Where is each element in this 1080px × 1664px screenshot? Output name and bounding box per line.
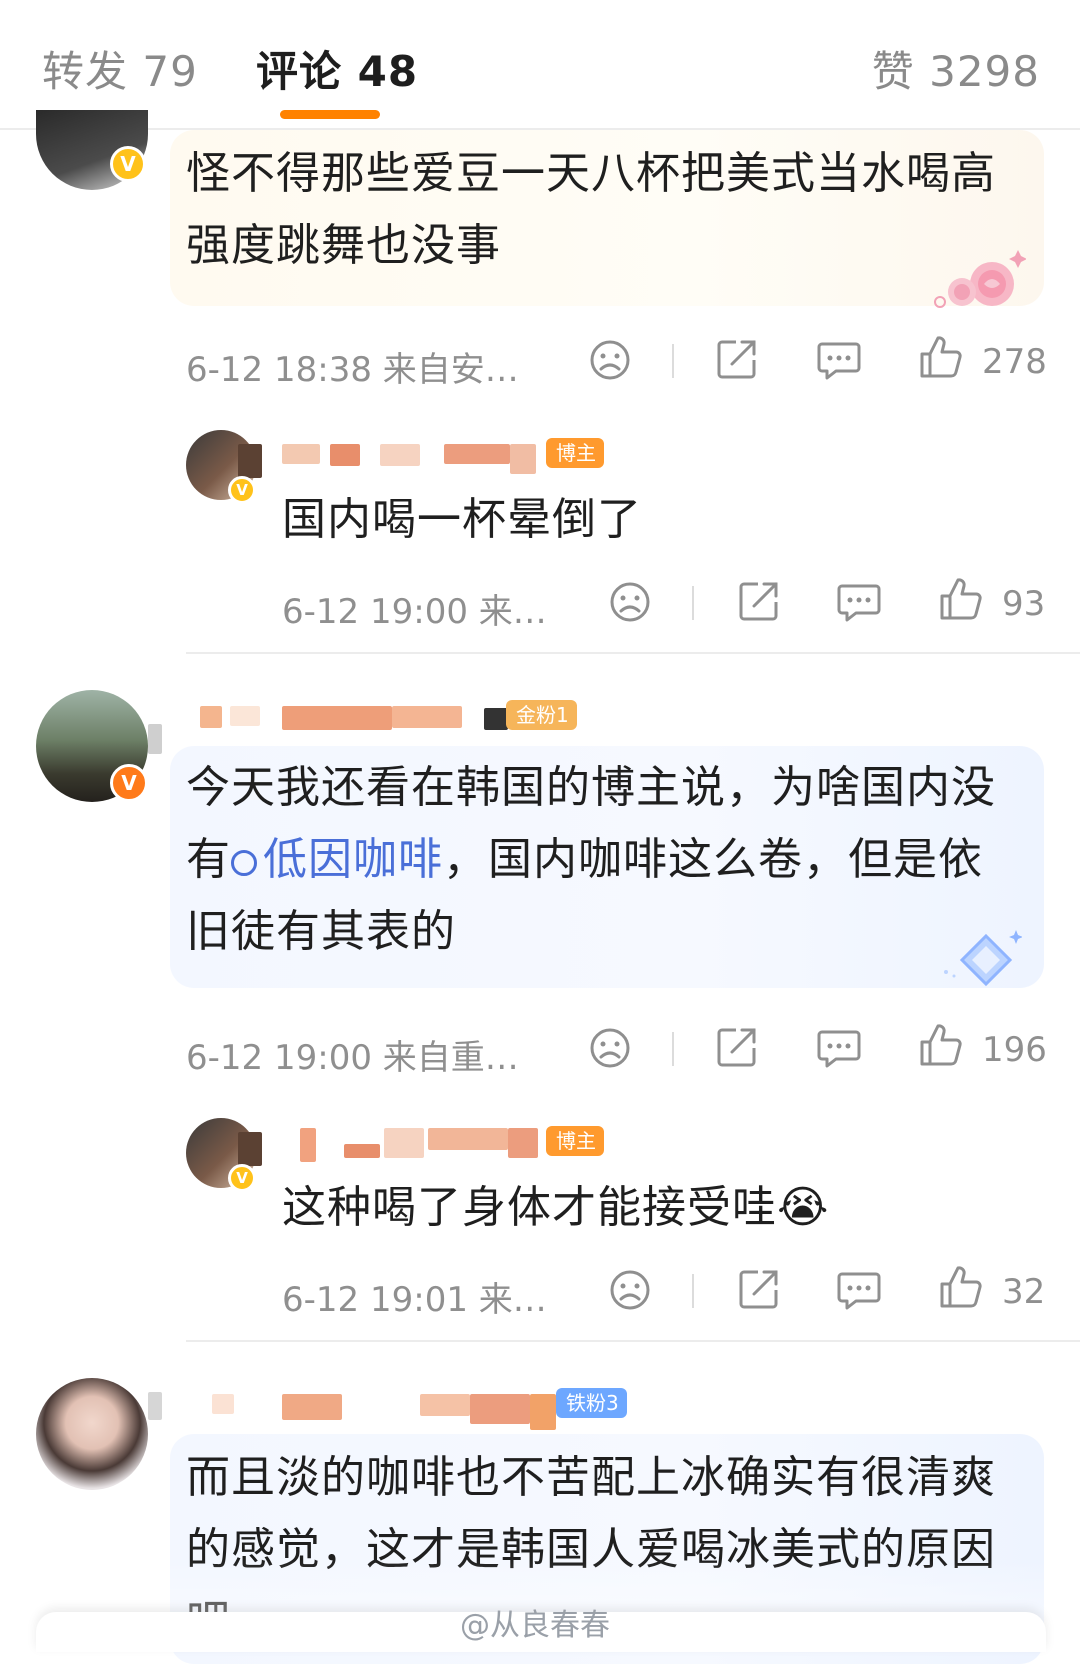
like-count: 93: [1002, 584, 1046, 624]
comment-icon[interactable]: [816, 338, 862, 382]
mosaic-block: [148, 724, 162, 754]
verified-badge-icon: V: [110, 146, 146, 182]
tab-active-indicator: [280, 110, 380, 119]
avatar[interactable]: [36, 1378, 148, 1490]
divider: [186, 1340, 1080, 1342]
divider: [692, 586, 694, 620]
share-icon[interactable]: [714, 1024, 760, 1070]
comment-meta: 6-12 19:00 来自重…: [186, 1038, 519, 1078]
reply-meta: 6-12 19:00 来…: [282, 592, 547, 632]
divider: [692, 1274, 694, 1308]
like-count: 196: [982, 1030, 1047, 1070]
thumbs-up-icon[interactable]: [918, 1022, 964, 1068]
sad-face-icon[interactable]: [608, 1268, 652, 1312]
search-link[interactable]: 低因咖啡: [231, 834, 443, 885]
like-count: 278: [982, 342, 1047, 382]
comment-icon[interactable]: [836, 1268, 882, 1312]
thumbs-up-icon[interactable]: [938, 576, 984, 622]
comment-icon[interactable]: [816, 1026, 862, 1070]
comment-meta: 6-12 18:38 来自安…: [186, 350, 519, 390]
search-icon: [231, 850, 257, 876]
share-icon[interactable]: [736, 1266, 782, 1312]
mosaic-block: [148, 1392, 162, 1420]
tab-likes[interactable]: 赞 3298: [872, 38, 1040, 99]
verified-badge-icon: V: [228, 1164, 256, 1192]
share-icon[interactable]: [714, 336, 760, 382]
divider: [672, 344, 674, 378]
user-tag: 金粉1: [506, 700, 577, 730]
mosaic-block: [238, 1132, 262, 1166]
mosaic-block: [238, 444, 262, 478]
verified-badge-icon: V: [228, 476, 256, 504]
sad-face-icon[interactable]: [588, 1026, 632, 1070]
divider: [186, 652, 1080, 654]
tab-comments[interactable]: 评论 48: [256, 38, 418, 99]
comment-text: 怪不得那些爱豆一天八杯把美式当水喝高强度跳舞也没事: [186, 148, 996, 271]
thumbs-up-icon[interactable]: [918, 334, 964, 380]
thumbs-up-icon[interactable]: [938, 1264, 984, 1310]
sad-face-icon[interactable]: [608, 580, 652, 624]
watermark: @从良春春: [460, 1608, 610, 1643]
sad-face-icon[interactable]: [588, 338, 632, 382]
comment-icon[interactable]: [836, 580, 882, 624]
tab-bar: 转发 79 评论 48 赞 3298: [0, 0, 1080, 130]
tab-repost[interactable]: 转发 79: [42, 38, 198, 99]
user-tag: 博主: [546, 1126, 604, 1156]
reply-text: 这种喝了身体才能接受哇😭: [282, 1182, 830, 1233]
user-tag: 铁粉3: [556, 1388, 627, 1418]
user-tag: 博主: [546, 438, 604, 468]
verified-badge-icon: V: [110, 764, 148, 802]
search-link-label: 低因咖啡: [263, 834, 443, 885]
reply-meta: 6-12 19:01 来…: [282, 1280, 547, 1320]
share-icon[interactable]: [736, 578, 782, 624]
comment-text: 今天我还看在韩国的博主说，为啥国内没有 低因咖啡，国内咖啡这么卷，但是依旧徒有其表…: [186, 752, 1006, 968]
like-count: 32: [1002, 1272, 1046, 1312]
divider: [672, 1032, 674, 1066]
reply-text: 国内喝一杯晕倒了: [282, 494, 642, 545]
